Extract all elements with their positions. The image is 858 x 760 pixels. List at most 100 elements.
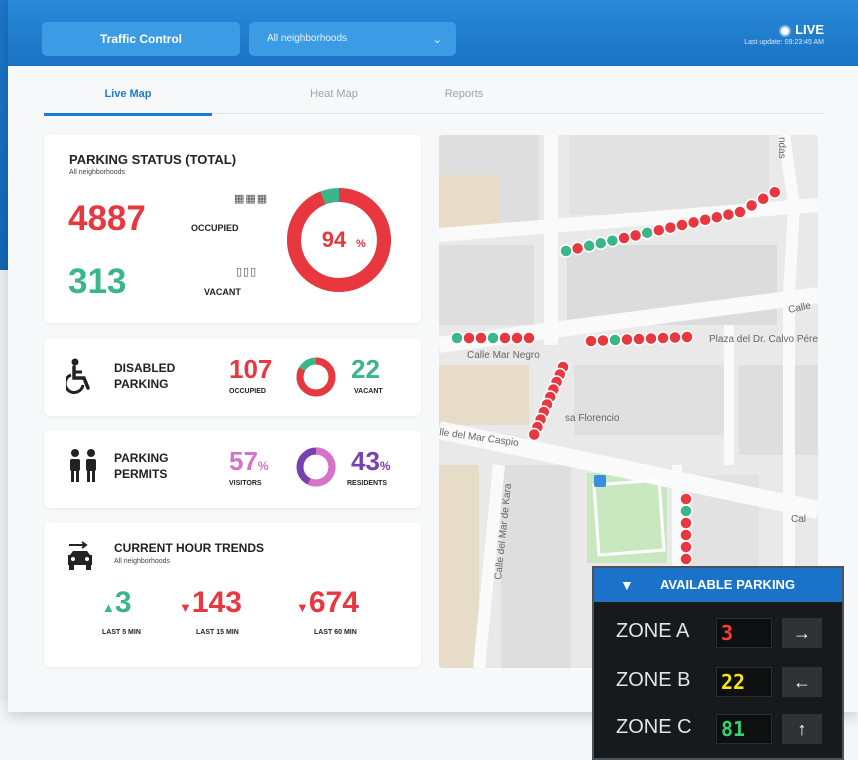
trend-15min-label: LAST 15 MIN: [196, 629, 239, 636]
occupied-spot-marker[interactable]: [584, 334, 598, 348]
tab-reports-label: Reports: [444, 88, 484, 100]
occupied-total: 4887: [68, 199, 146, 238]
disabled-parking-card: DISABLED PARKING 107 OCCUPIED 22 VACANT: [44, 338, 421, 416]
occupied-spot-marker[interactable]: [522, 331, 536, 345]
trend-15min-value: 143: [191, 586, 242, 619]
traffic-control-button[interactable]: Traffic Control: [42, 22, 240, 56]
parking-status-title: PARKING STATUS (TOTAL): [69, 152, 237, 167]
trend-down-arrow-icon: ▼: [179, 600, 192, 615]
live-status: LIVE Last update: 09:23:45 AM: [744, 22, 824, 46]
trend-5min: ▲3: [102, 586, 132, 620]
occupied-spot-marker[interactable]: [652, 223, 666, 237]
header-bar: Traffic Control All neighborhoods ⌄ LIVE…: [8, 0, 858, 66]
zone-b-value: 22: [721, 670, 746, 694]
parking-triangle-icon: ▼: [620, 577, 634, 593]
occupied-spot-marker[interactable]: [498, 331, 512, 345]
vacant-spot-marker[interactable]: [679, 504, 693, 518]
vacant-spot-marker[interactable]: [640, 226, 654, 240]
occupied-spot-marker[interactable]: [628, 228, 643, 243]
zone-a-name: ZONE A: [616, 620, 690, 642]
sign-title: AVAILABLE PARKING: [660, 577, 796, 592]
tab-reports[interactable]: Reports: [404, 88, 524, 114]
occupied-spot-marker[interactable]: [632, 332, 646, 346]
vacant-spot-marker[interactable]: [486, 331, 500, 345]
vacant-spot-marker[interactable]: [559, 244, 573, 258]
residents-label: RESIDENTS: [347, 480, 388, 487]
arrow-up-icon: ↑: [782, 714, 822, 744]
permits-title-line1: PARKING: [114, 451, 169, 465]
occupied-spot-marker[interactable]: [679, 528, 693, 542]
occupied-spot-marker[interactable]: [620, 332, 634, 347]
people-icon: [70, 449, 96, 482]
occupied-spot-marker[interactable]: [570, 241, 585, 256]
trends-title: CURRENT HOUR TRENDS: [114, 541, 264, 555]
disabled-donut: [296, 357, 336, 397]
occupied-spot-marker[interactable]: [686, 215, 701, 230]
occupied-spot-marker[interactable]: [679, 540, 693, 554]
trend-60min-label: LAST 60 MIN: [314, 629, 357, 636]
zone-a-value: 3: [721, 621, 734, 645]
occupied-spot-marker[interactable]: [710, 210, 724, 224]
tab-live-map-label: Live Map: [104, 88, 152, 100]
occupied-spot-marker[interactable]: [679, 492, 693, 506]
occupied-spot-marker[interactable]: [668, 330, 682, 345]
trend-15min: ▼143: [179, 586, 242, 620]
live-dot-icon: [781, 26, 790, 35]
occupied-spot-marker[interactable]: [462, 331, 476, 345]
occupied-spot-marker[interactable]: [679, 552, 693, 566]
zone-a-display: 3: [716, 618, 772, 648]
vacant-total: 313: [68, 262, 127, 301]
occupied-spot-marker[interactable]: [617, 231, 631, 245]
visitors-unit: %: [257, 459, 269, 473]
car-icon: [68, 541, 92, 570]
residents-value: 43: [351, 446, 380, 476]
vacant-spot-marker[interactable]: [450, 331, 464, 345]
tab-live-map[interactable]: Live Map: [44, 88, 212, 116]
map-label-mar-negro: Calle Mar Negro: [467, 350, 540, 361]
occupied-spot-marker[interactable]: [510, 331, 524, 345]
vacant-spot-marker[interactable]: [594, 236, 608, 250]
disabled-title-line2: PARKING: [114, 377, 169, 391]
occupied-spot-marker[interactable]: [596, 333, 610, 348]
last-update: Last update: 09:23:45 AM: [744, 39, 824, 46]
occupied-spot-marker[interactable]: [679, 516, 693, 530]
parking-permits-card: PARKING PERMITS 57% VISITORS 43% RESIDEN…: [44, 430, 421, 508]
live-label: LIVE: [795, 22, 824, 37]
occupied-spot-marker[interactable]: [527, 427, 541, 442]
occupied-spot-marker[interactable]: [744, 198, 759, 213]
visitors-percent: 57%: [229, 446, 269, 477]
occupied-spot-marker[interactable]: [644, 331, 658, 346]
occupied-spot-marker[interactable]: [721, 207, 736, 222]
tab-heat-map-label: Heat Map: [310, 88, 358, 100]
neighborhood-select-value: All neighborhoods: [267, 33, 348, 44]
visitors-label: VISITORS: [229, 480, 262, 487]
occupied-spot-marker[interactable]: [474, 331, 488, 345]
residents-percent: 43%: [351, 446, 391, 477]
vacant-spot-marker[interactable]: [605, 233, 620, 248]
occupied-spot-marker[interactable]: [756, 192, 770, 206]
map-label-ndas: ndas: [776, 137, 787, 159]
occupied-spot-marker[interactable]: [698, 213, 712, 227]
neighborhood-select[interactable]: All neighborhoods ⌄: [249, 22, 456, 56]
available-parking-sign: ▼ AVAILABLE PARKING ZONE A 3 → ZONE B 22…: [592, 566, 844, 760]
occupied-spot-marker[interactable]: [768, 185, 782, 199]
tab-heat-map[interactable]: Heat Map: [274, 88, 394, 114]
occupied-spot-marker[interactable]: [680, 330, 694, 344]
trend-up-arrow-icon: ▲: [102, 600, 115, 615]
occupied-spot-marker[interactable]: [675, 218, 689, 232]
vacant-spot-marker[interactable]: [608, 333, 622, 347]
arrow-left-icon: ←: [782, 667, 822, 697]
chevron-down-icon: ⌄: [432, 34, 442, 46]
occupancy-donut: 94 %: [287, 188, 391, 292]
zone-b-display: 22: [716, 667, 772, 697]
occupied-spot-marker[interactable]: [733, 205, 747, 219]
donut-percent-unit: %: [356, 238, 366, 250]
sign-header: ▼ AVAILABLE PARKING: [594, 568, 842, 602]
occupied-spot-marker[interactable]: [656, 331, 670, 345]
parking-status-card: PARKING STATUS (TOTAL) All neighborhoods…: [44, 135, 421, 323]
zone-c-display: 81: [716, 714, 772, 744]
trend-5min-label: LAST 5 MIN: [102, 629, 141, 636]
occupied-spot-marker[interactable]: [663, 220, 678, 235]
vacant-spot-marker[interactable]: [582, 239, 596, 253]
disabled-vacant-label: VACANT: [354, 388, 383, 395]
